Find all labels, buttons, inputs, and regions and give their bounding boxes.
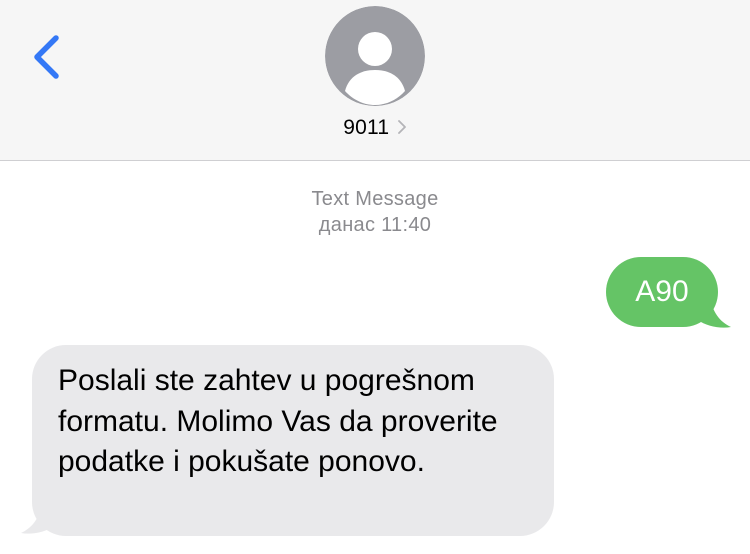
- person-icon: [325, 6, 425, 106]
- contact-name: 9011: [343, 116, 390, 139]
- message-timestamp: данас 11:40: [318, 214, 432, 236]
- chevron-right-icon: [397, 119, 407, 135]
- back-button[interactable]: [22, 30, 72, 84]
- incoming-message-text: Poslali ste zahtev u pogrešnom formatu. …: [58, 364, 498, 478]
- outgoing-message-bubble[interactable]: A90: [606, 257, 718, 327]
- avatar[interactable]: [325, 6, 425, 106]
- conversation-header: 9011: [0, 0, 750, 161]
- messages-screen: 9011 Text Message данас 11:40 A90 Poslal…: [0, 0, 750, 554]
- message-meta: Text Message данас 11:40: [0, 186, 750, 238]
- contact-details-link[interactable]: 9011: [0, 116, 750, 144]
- service-label: Text Message: [311, 188, 439, 210]
- incoming-message-bubble[interactable]: Poslali ste zahtev u pogrešnom formatu. …: [32, 345, 554, 536]
- outgoing-message-text: A90: [635, 275, 689, 308]
- chevron-left-icon: [22, 30, 72, 84]
